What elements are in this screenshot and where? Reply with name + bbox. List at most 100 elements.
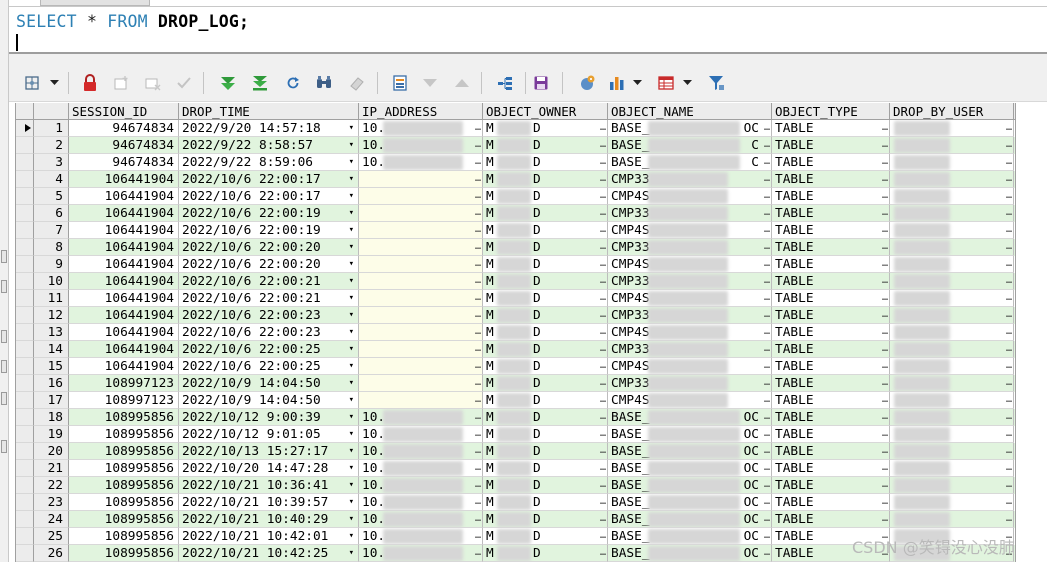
ellipsis-button[interactable]: … xyxy=(600,494,606,509)
ellipsis-button[interactable]: … xyxy=(882,375,888,390)
save-icon[interactable] xyxy=(531,73,551,93)
cell-drop-by-user[interactable]: … xyxy=(890,392,1014,409)
ellipsis-button[interactable]: … xyxy=(600,409,606,424)
ellipsis-button[interactable]: … xyxy=(882,307,888,322)
ellipsis-button[interactable]: … xyxy=(600,256,606,271)
cell-drop-by-user[interactable]: … xyxy=(890,273,1014,290)
panel-splitter-handle[interactable] xyxy=(1,250,7,263)
cell-session-id[interactable]: 106441904 xyxy=(69,273,179,290)
ellipsis-button[interactable]: … xyxy=(600,171,606,186)
row-number[interactable]: 9 xyxy=(34,256,69,273)
cell-ip-address[interactable]: 10.… xyxy=(359,120,483,137)
ellipsis-button[interactable]: … xyxy=(1006,154,1012,169)
ellipsis-button[interactable]: … xyxy=(600,545,606,560)
cell-drop-time[interactable]: 2022/10/6 22:00:23 ▾ xyxy=(179,307,359,324)
cell-object-name[interactable]: BASE_ OC… xyxy=(608,460,772,477)
ellipsis-button[interactable]: … xyxy=(1006,239,1012,254)
ellipsis-button[interactable]: … xyxy=(882,222,888,237)
table-row[interactable]: 11 106441904 2022/10/6 22:00:21 ▾ … M D … CMP4S …… xyxy=(16,290,1016,307)
date-dropdown-icon[interactable]: ▾ xyxy=(349,324,354,340)
cell-object-type[interactable]: TABLE… xyxy=(772,375,890,392)
cell-object-owner[interactable]: M D… xyxy=(483,222,608,239)
date-dropdown-icon[interactable]: ▾ xyxy=(349,409,354,425)
cell-ip-address[interactable]: 10.… xyxy=(359,154,483,171)
insert-record-icon[interactable] xyxy=(111,73,131,93)
date-dropdown-icon[interactable]: ▾ xyxy=(349,171,354,187)
post-changes-icon[interactable] xyxy=(174,73,194,93)
cell-ip-address[interactable]: 10.… xyxy=(359,494,483,511)
ellipsis-button[interactable]: … xyxy=(600,341,606,356)
cell-object-type[interactable]: TABLE… xyxy=(772,239,890,256)
row-number[interactable]: 10 xyxy=(34,273,69,290)
ellipsis-button[interactable]: … xyxy=(1006,307,1012,322)
cell-ip-address[interactable]: 10.… xyxy=(359,528,483,545)
ellipsis-button[interactable]: … xyxy=(475,494,481,509)
column-header-object-name[interactable]: OBJECT_NAME xyxy=(608,103,772,120)
row-number[interactable]: 22 xyxy=(34,477,69,494)
ellipsis-button[interactable]: … xyxy=(475,375,481,390)
cell-object-owner[interactable]: M D… xyxy=(483,137,608,154)
ellipsis-button[interactable]: … xyxy=(475,137,481,152)
ellipsis-button[interactable]: … xyxy=(882,358,888,373)
ellipsis-button[interactable]: … xyxy=(882,324,888,339)
ellipsis-button[interactable]: … xyxy=(1006,273,1012,288)
ellipsis-button[interactable]: … xyxy=(1006,290,1012,305)
cell-object-type[interactable]: TABLE… xyxy=(772,256,890,273)
cell-object-type[interactable]: TABLE… xyxy=(772,511,890,528)
ellipsis-button[interactable]: … xyxy=(600,273,606,288)
cell-object-type[interactable]: TABLE… xyxy=(772,188,890,205)
ellipsis-button[interactable]: … xyxy=(600,443,606,458)
ellipsis-button[interactable]: … xyxy=(1006,392,1012,407)
cell-object-type[interactable]: TABLE… xyxy=(772,171,890,188)
ellipsis-button[interactable]: … xyxy=(882,341,888,356)
cell-object-name[interactable]: BASE_ OC… xyxy=(608,511,772,528)
ellipsis-button[interactable]: … xyxy=(600,154,606,169)
cell-object-name[interactable]: BASE_ C… xyxy=(608,137,772,154)
cell-drop-time[interactable]: 2022/10/6 22:00:25 ▾ xyxy=(179,358,359,375)
row-number[interactable]: 6 xyxy=(34,205,69,222)
cell-object-owner[interactable]: M D… xyxy=(483,545,608,562)
cell-ip-address[interactable]: … xyxy=(359,205,483,222)
ellipsis-button[interactable]: … xyxy=(882,154,888,169)
cell-drop-by-user[interactable]: … xyxy=(890,511,1014,528)
ellipsis-button[interactable]: … xyxy=(764,460,770,475)
cell-drop-by-user[interactable]: … xyxy=(890,239,1014,256)
cell-object-name[interactable]: BASE_ OC… xyxy=(608,494,772,511)
table-row[interactable]: 13 106441904 2022/10/6 22:00:23 ▾ … M D … CMP4S …… xyxy=(16,324,1016,341)
row-number[interactable]: 26 xyxy=(34,545,69,562)
date-dropdown-icon[interactable]: ▾ xyxy=(349,392,354,408)
row-number[interactable]: 5 xyxy=(34,188,69,205)
table-row[interactable]: 21 108995856 2022/10/20 14:47:28 ▾ 10.… M D… BA… xyxy=(16,460,1016,477)
ellipsis-button[interactable]: … xyxy=(600,358,606,373)
ellipsis-button[interactable]: … xyxy=(475,341,481,356)
row-number[interactable]: 7 xyxy=(34,222,69,239)
date-dropdown-icon[interactable]: ▾ xyxy=(349,188,354,204)
lock-icon[interactable] xyxy=(80,73,100,93)
ellipsis-button[interactable]: … xyxy=(764,154,770,169)
table-row[interactable]: 20 108995856 2022/10/13 15:27:17 ▾ 10.… M D… BA… xyxy=(16,443,1016,460)
row-number[interactable]: 4 xyxy=(34,171,69,188)
cell-ip-address[interactable]: 10.… xyxy=(359,511,483,528)
cell-object-name[interactable]: CMP33… xyxy=(608,341,772,358)
ellipsis-button[interactable]: … xyxy=(764,188,770,203)
dropdown-caret-icon[interactable] xyxy=(632,76,642,90)
cell-drop-by-user[interactable]: … xyxy=(890,188,1014,205)
cell-drop-time[interactable]: 2022/10/6 22:00:25 ▾ xyxy=(179,341,359,358)
ellipsis-button[interactable]: … xyxy=(600,511,606,526)
cell-ip-address[interactable]: … xyxy=(359,392,483,409)
fetch-last-icon[interactable] xyxy=(250,73,270,93)
table-row[interactable]: 22 108995856 2022/10/21 10:36:41 ▾ 10.… M D… BA… xyxy=(16,477,1016,494)
date-dropdown-icon[interactable]: ▾ xyxy=(349,477,354,493)
cell-drop-time[interactable]: 2022/9/22 8:59:06 ▾ xyxy=(179,154,359,171)
cell-drop-time[interactable]: 2022/10/21 10:42:01 ▾ xyxy=(179,528,359,545)
cell-object-name[interactable]: CMP33… xyxy=(608,205,772,222)
ellipsis-button[interactable]: … xyxy=(882,171,888,186)
ellipsis-button[interactable]: … xyxy=(764,290,770,305)
cell-object-type[interactable]: TABLE… xyxy=(772,120,890,137)
cell-session-id[interactable]: 108995856 xyxy=(69,409,179,426)
cell-ip-address[interactable]: … xyxy=(359,222,483,239)
cell-drop-by-user[interactable]: … xyxy=(890,324,1014,341)
ellipsis-button[interactable]: … xyxy=(475,120,481,135)
query-by-example-icon[interactable] xyxy=(420,73,440,93)
single-record-view-icon[interactable] xyxy=(390,73,410,93)
